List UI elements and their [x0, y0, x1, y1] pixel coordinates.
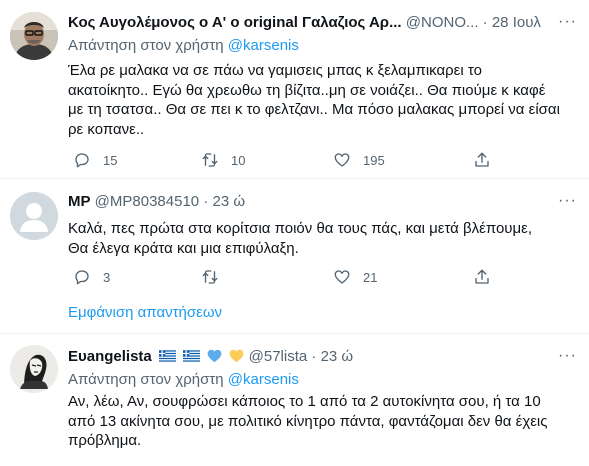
display-name[interactable]: Κος Αυγολέμονος ο Α' ο original Γαλαζιος…: [68, 14, 402, 31]
tweet-text-line: Θα έλεγα κράτα και μια επιφύλαξη.: [68, 239, 299, 257]
tweet-text-line: ακατοίκητο.. Εγώ θα χρεωθω τη βίζιτα..μη…: [68, 81, 546, 99]
user-handle[interactable]: @MP80384510: [95, 193, 199, 210]
reply-button[interactable]: 15: [73, 150, 117, 170]
reply-icon: [75, 153, 89, 168]
timestamp[interactable]: 23 ώ: [321, 348, 354, 365]
greek-flag-icon: [183, 350, 201, 362]
heart-icon: [334, 270, 350, 284]
display-name[interactable]: MP: [68, 193, 91, 210]
avatar[interactable]: [10, 12, 58, 60]
heart-icon: [334, 153, 350, 167]
avatar[interactable]: [10, 345, 58, 393]
reply-button[interactable]: 3: [73, 267, 110, 287]
tweet-text-line: πρόβλημα.: [68, 432, 142, 449]
avatar-photo: [10, 12, 58, 60]
avatar[interactable]: [10, 192, 58, 240]
share-button[interactable]: [473, 150, 491, 170]
like-button[interactable]: 195: [333, 150, 385, 170]
reply-count: 15: [103, 152, 118, 168]
retweet-icon: [202, 153, 218, 167]
retweet-icon: [202, 270, 218, 284]
tweet-text: Έλα ρε μαλακα να σε πάω να γαμισεις μπας…: [68, 61, 568, 139]
tweet[interactable]: MP @MP80384510 · 23 ώ ··· Καλά, πες πρώτ…: [0, 179, 589, 329]
tweet-text-line: ρε κοπανε..: [68, 120, 145, 138]
like-count: 21: [363, 269, 378, 285]
retweet-button[interactable]: [201, 267, 231, 287]
retweet-count: 10: [231, 152, 246, 168]
mention-link[interactable]: @karsenis: [228, 37, 299, 54]
more-icon[interactable]: ···: [558, 191, 577, 211]
default-avatar-icon: [10, 192, 58, 240]
share-button[interactable]: [473, 267, 491, 287]
timestamp[interactable]: 28 Ιουλ: [492, 14, 541, 31]
yellow-heart-icon: [230, 349, 244, 363]
like-button[interactable]: 21: [333, 267, 377, 287]
retweet-button[interactable]: 10: [201, 150, 245, 170]
tweet-text-line: Αν, λέω, Αν, σουφρώσει κάποιος το 1 από …: [68, 393, 541, 410]
tweet-actions: 15 10 195: [68, 150, 508, 170]
replying-to: Απάντηση στον χρήστη @karsenis: [68, 36, 299, 56]
reply-icon: [75, 270, 89, 285]
tweet-text-line: με τη τσατσα.. Θα σε πει κ το φελτζανι..…: [68, 101, 560, 118]
more-icon[interactable]: ···: [558, 346, 577, 366]
tweet-text: Καλά, πες πρώτα στα κορίτσια ποιόν θα το…: [68, 219, 568, 258]
share-icon: [475, 269, 489, 284]
tweet-actions: 3 21: [68, 267, 508, 287]
tweet[interactable]: Ευangelista @57lista · 23 ώ ··· Απάντηση…: [0, 334, 589, 466]
separator-dot: ·: [311, 348, 317, 365]
reply-prefix: Απάντηση στον χρήστη: [68, 371, 224, 388]
blue-heart-icon: [207, 349, 222, 363]
tweet-header: Κος Αυγολέμονος ο Α' ο original Γαλαζιος…: [68, 13, 541, 33]
tweet-text-line: Έλα ρε μαλακα να σε πάω να γαμισεις μπας…: [68, 62, 482, 79]
mention-link[interactable]: @karsenis: [228, 371, 299, 388]
tweet[interactable]: Κος Αυγολέμονος ο Α' ο original Γαλαζιος…: [0, 0, 589, 176]
show-replies-link[interactable]: Εμφάνιση απαντήσεων: [68, 303, 222, 323]
greek-flag-icon: [158, 350, 176, 362]
tweet-header: MP @MP80384510 · 23 ώ: [68, 192, 245, 212]
separator-dot: ·: [203, 193, 209, 210]
tweet-text-line: από 13 ακίνητα σου, με πολιτικό κίνητρο …: [68, 412, 548, 430]
more-icon[interactable]: ···: [558, 12, 577, 32]
avatar-photo: [10, 345, 58, 393]
tweet-header: Ευangelista @57lista · 23 ώ: [68, 347, 353, 367]
like-count: 195: [363, 152, 385, 168]
timestamp[interactable]: 23 ώ: [212, 193, 245, 210]
tweet-text-line: Καλά, πες πρώτα στα κορίτσια ποιόν θα το…: [68, 220, 533, 237]
user-handle[interactable]: @57lista: [249, 348, 308, 365]
reply-count: 3: [103, 269, 111, 285]
replying-to: Απάντηση στον χρήστη @karsenis: [68, 370, 299, 390]
tweet-text: Αν, λέω, Αν, σουφρώσει κάποιος το 1 από …: [68, 392, 568, 451]
share-icon: [475, 152, 489, 167]
display-name[interactable]: Ευangelista: [68, 348, 152, 365]
reply-prefix: Απάντηση στον χρήστη: [68, 37, 224, 54]
user-handle[interactable]: @ΝΟΝΟ...: [406, 14, 479, 31]
separator-dot: ·: [482, 14, 488, 31]
